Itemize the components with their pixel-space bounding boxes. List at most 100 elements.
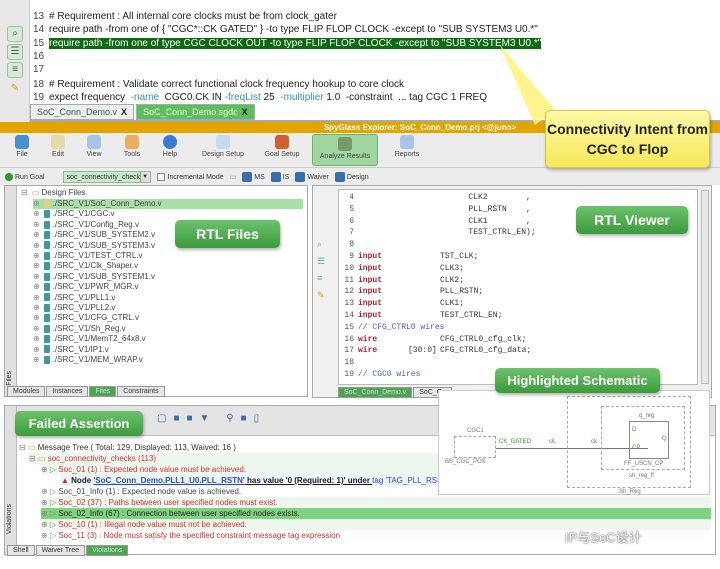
list-icon[interactable]: ☰ — [7, 44, 23, 60]
file-item[interactable]: ⊕ ./SRC_V1/PLL2.v — [33, 303, 115, 313]
is-button[interactable]: IS — [270, 171, 289, 182]
zoom-icon[interactable]: ⌕ — [317, 236, 325, 253]
tab-soc-conn-demo-sgdc[interactable]: SoC_Conn_Demo.sgdc X — [136, 104, 255, 120]
file-icon — [43, 231, 50, 240]
expand-icon[interactable]: ⊕ — [33, 199, 40, 208]
close-icon[interactable]: X — [242, 107, 248, 117]
expand-icon[interactable]: ⊕ ▷ — [41, 531, 58, 540]
expand-icon[interactable]: ⊕ — [33, 293, 40, 302]
code-line: 14 input TEST_CTRL_EN; — [344, 311, 503, 320]
close-icon[interactable]: X — [121, 107, 127, 117]
chevron-down-icon[interactable]: ▼ — [139, 171, 150, 182]
analyze-results-button[interactable]: Analyze Results — [312, 134, 378, 166]
viewer-toolbar: ⌕ ☰ ≡ ✎ — [317, 236, 325, 304]
reports-icon — [400, 135, 414, 149]
file-icon — [15, 135, 29, 149]
watermark: IP与SoC设计 — [565, 530, 642, 545]
code-line: 9 input TST_CLK; — [349, 252, 479, 261]
file-item[interactable]: ⊕ ./SRC_V1/PWR_MGR.v — [33, 282, 139, 292]
files-pane: Files ⊟ ▭ Design Files ⊕ ./SRC_V1/SoC_Conn… — [4, 185, 308, 397]
file-item[interactable]: ⊕ ./SRC_V1/SoC_Conn_Demo.v — [33, 199, 303, 209]
file-item[interactable]: ⊕ ./SRC_V1/SUB_SYSTEM1.v — [33, 272, 155, 282]
file-item[interactable]: ⊕ ./SRC_V1/CFG_CTRL.v — [33, 313, 139, 323]
expand-icon[interactable]: ⊕ — [33, 282, 40, 291]
file-item[interactable]: ⊕ ./SRC_V1/SUB_SYSTEM3.v — [33, 241, 155, 251]
tab-files[interactable]: Files — [89, 386, 117, 397]
message-item[interactable]: ⊕ ▷ Soc_02 (37) : Paths between user spe… — [41, 497, 711, 508]
expand-icon[interactable]: ⊕ — [33, 355, 40, 364]
expand-icon[interactable]: ⊕ — [33, 272, 40, 281]
file-item[interactable]: ⊕ ./SRC_V1/SUB_SYSTEM2.v — [33, 230, 155, 240]
expand-icon[interactable]: ⊕ — [33, 241, 40, 250]
bottom-tabs: Shell Waiver Tree Violations — [7, 545, 129, 556]
file-item[interactable]: ⊕ ./SRC_V1/Sh_Reg.v — [33, 324, 126, 334]
scrollbar[interactable] — [701, 190, 709, 384]
expand-icon[interactable]: ⊕ ▷ — [41, 509, 58, 518]
incremental-mode-checkbox[interactable]: Incremental Mode — [156, 172, 224, 181]
file-icon — [43, 314, 50, 323]
expand-icon[interactable]: ⊕ ▷ — [41, 498, 58, 507]
search-icon[interactable]: ⌕ — [7, 26, 23, 42]
expand-icon[interactable]: ⊕ — [33, 324, 40, 333]
ms-button[interactable]: MS — [242, 171, 265, 182]
file-menu[interactable]: File — [10, 135, 34, 158]
design-button[interactable]: Design — [334, 171, 369, 182]
run-goal-button[interactable]: Run Goal — [5, 172, 45, 181]
expand-icon[interactable]: ⊕ — [33, 209, 40, 218]
tree-root[interactable]: ⊟ ▭ Design Files — [21, 188, 86, 198]
pencil-icon[interactable]: ✎ — [7, 82, 23, 98]
expand-icon[interactable]: ⊕ — [33, 261, 40, 270]
expand-icon[interactable]: ⊕ — [33, 334, 40, 343]
message-toolbar-icons[interactable]: ▢■■▼ ⚲■▯ — [157, 413, 266, 424]
tab-soc-conn-demo-v[interactable]: SoC_Conn_Demo.v — [338, 387, 413, 398]
message-item[interactable]: ⊕ ▷ Soc_02_Info (67) : Connection betwee… — [41, 508, 711, 519]
tab-soc-conn-demo-v[interactable]: SoC_Conn_Demo.v X — [30, 104, 135, 120]
expand-icon[interactable]: ⊕ — [33, 230, 40, 239]
file-icon — [43, 345, 50, 354]
expand-icon[interactable]: ⊕ ▷ — [41, 487, 58, 496]
expand-icon[interactable]: ⊕ — [33, 313, 40, 322]
expand-icon[interactable]: ⊕ ▷ — [41, 520, 58, 529]
reports-menu[interactable]: Reports — [392, 135, 422, 158]
files-side-tab[interactable]: Files — [5, 186, 17, 396]
tab-violations[interactable]: Violations — [86, 545, 129, 556]
tab-waiver-tree[interactable]: Waiver Tree — [35, 545, 86, 556]
code-line: 19// CGC0 wires — [344, 370, 421, 379]
file-icon — [43, 199, 50, 208]
expand-icon[interactable]: ⊕ — [33, 251, 40, 260]
tab-instances[interactable]: Instances — [46, 386, 89, 397]
expand-icon[interactable]: ⊕ — [33, 303, 40, 312]
edit-menu[interactable]: Edit — [46, 135, 70, 158]
format-icon[interactable]: ≡ — [317, 270, 325, 287]
file-item[interactable]: ⊕ ./SRC_V1/PLL1.v — [33, 293, 115, 303]
list-icon[interactable]: ☰ — [317, 253, 325, 270]
expand-icon[interactable]: ⊕ ▷ — [41, 465, 58, 474]
goal-select[interactable]: soc_connectivity_checks ▼ — [62, 170, 151, 183]
format-icon[interactable]: ≡ — [7, 62, 23, 78]
file-item[interactable]: ⊕ ./SRC_V1/MemT2_64x8.v — [33, 334, 146, 344]
file-item[interactable]: ⊕ ./SRC_V1/MEM_WRAP.v — [33, 355, 143, 365]
edit-icon — [51, 135, 65, 149]
view-menu[interactable]: View — [82, 135, 106, 158]
tools-menu[interactable]: Tools — [120, 135, 144, 158]
file-item[interactable]: ⊕ ./SRC_V1/Clk_Shaper.v — [33, 261, 138, 271]
goal-setup-button[interactable]: Goal Setup — [262, 135, 302, 158]
file-item[interactable]: ⊕ ./SRC_V1/Config_Reg.v — [33, 220, 139, 230]
cgc-block[interactable] — [454, 436, 496, 458]
file-item[interactable]: ⊕ ./SRC_V1/IP1.v — [33, 345, 109, 355]
waiver-button[interactable]: Waiver — [295, 171, 329, 182]
expand-icon[interactable]: ⊕ — [33, 220, 40, 229]
file-item[interactable]: ⊕ ./SRC_V1/CGC.v — [33, 209, 115, 219]
tab-constraints[interactable]: Constraints — [117, 386, 165, 397]
file-item[interactable]: ⊕ ./SRC_V1/TEST_CTRL.v — [33, 251, 143, 261]
code-line: 18 — [344, 358, 354, 368]
folder-icon[interactable]: ▭ — [230, 173, 237, 181]
design-setup-button[interactable]: Design Setup — [200, 135, 246, 158]
tab-shell[interactable]: Shell — [7, 545, 35, 556]
pencil-icon[interactable]: ✎ — [317, 287, 325, 304]
message-tree-root[interactable]: ⊟ ▭ Message Tree ( Total: 129, Displayed… — [19, 442, 236, 453]
expand-icon[interactable]: ⊕ — [33, 345, 40, 354]
file-icon — [43, 303, 50, 312]
tab-modules[interactable]: Modules — [7, 386, 46, 397]
help-menu[interactable]: Help — [158, 135, 182, 158]
